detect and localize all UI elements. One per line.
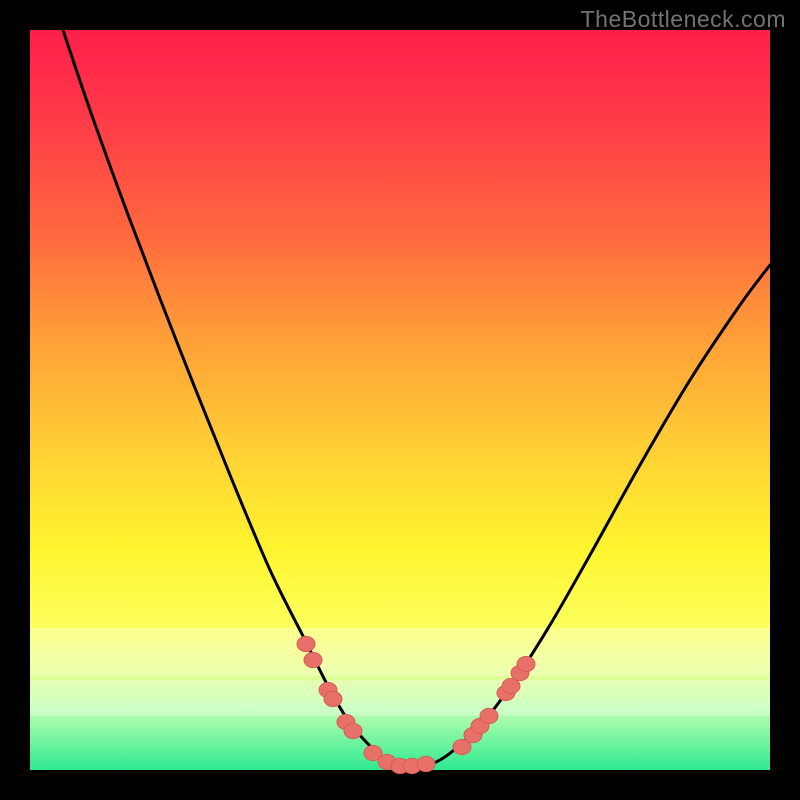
- curve-marker: [417, 756, 435, 771]
- bottleneck-curve: [57, 12, 770, 767]
- curve-marker: [344, 723, 362, 738]
- curve-marker: [324, 691, 342, 706]
- watermark-text: TheBottleneck.com: [581, 6, 786, 33]
- curve-markers: [297, 636, 535, 773]
- curve-layer: [30, 30, 770, 770]
- curve-marker: [517, 656, 535, 671]
- curve-marker: [480, 708, 498, 723]
- chart-frame: TheBottleneck.com: [0, 0, 800, 800]
- curve-marker: [304, 652, 322, 667]
- curve-marker: [297, 636, 315, 651]
